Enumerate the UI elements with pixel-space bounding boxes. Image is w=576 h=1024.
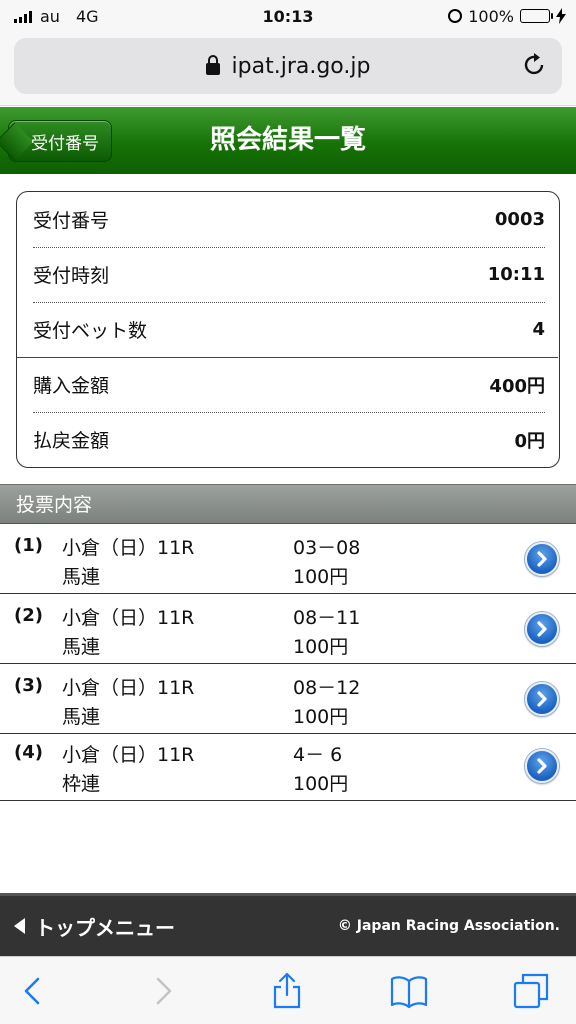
receipt-label: 購入金額	[33, 375, 110, 397]
bet-number: (1)	[14, 535, 43, 556]
detail-arrow-icon[interactable]	[525, 542, 559, 576]
lock-icon	[205, 55, 220, 75]
carrier-label: au	[40, 6, 60, 26]
receipt-value: 400円	[489, 375, 545, 397]
back-button-label: 受付番号	[31, 133, 99, 154]
receipt-row-bet-count: 受付ベット数 4	[33, 302, 545, 357]
copyright: © Japan Racing Association.	[337, 918, 560, 934]
receipt-label: 受付時刻	[33, 265, 110, 287]
detail-arrow-icon[interactable]	[525, 682, 559, 716]
bet-row[interactable]: (4) 小倉（日）11R 枠連 4－ 6 100円	[0, 732, 576, 801]
rotation-lock-icon	[448, 9, 463, 23]
receipt-label: 受付番号	[33, 210, 110, 232]
battery-percent: 100%	[468, 6, 514, 26]
bet-amount: 100円	[293, 566, 349, 588]
page-footer: トップメニュー © Japan Racing Association.	[0, 893, 576, 956]
bet-number: (3)	[14, 675, 43, 696]
section-header: 投票内容	[0, 484, 576, 524]
forward-icon[interactable]	[142, 971, 182, 1011]
url-text: ipat.jra.go.jp	[231, 53, 371, 79]
receipt-label: 払戻金額	[33, 430, 110, 452]
bet-amount: 100円	[293, 773, 349, 795]
receipt-label: 受付ベット数	[33, 320, 148, 342]
left-triangle-icon	[14, 918, 25, 934]
bet-amount: 100円	[293, 636, 349, 658]
address-bar[interactable]: ipat.jra.go.jp	[14, 38, 562, 94]
receipt-value: 0円	[514, 430, 545, 452]
reload-icon[interactable]	[522, 52, 548, 78]
bet-amount: 100円	[293, 706, 349, 728]
status-right: 100%	[448, 7, 566, 26]
bet-type: 馬連	[62, 566, 101, 588]
receipt-value: 4	[532, 319, 545, 340]
receipt-row-number: 受付番号 0003	[33, 192, 545, 247]
bet-combination: 03－08	[293, 537, 361, 559]
bet-row[interactable]: (3) 小倉（日）11R 馬連 08－12 100円	[0, 665, 576, 734]
share-icon[interactable]	[267, 971, 307, 1011]
top-menu-link[interactable]: トップメニュー	[14, 896, 175, 956]
bet-combination: 4－ 6	[293, 744, 343, 766]
bet-row[interactable]: (2) 小倉（日）11R 馬連 08－11 100円	[0, 595, 576, 664]
bet-combination: 08－11	[293, 607, 361, 629]
bet-race: 小倉（日）11R	[62, 537, 195, 559]
bet-race: 小倉（日）11R	[62, 744, 195, 766]
receipt-value: 0003	[494, 209, 545, 230]
browser-chrome: ipat.jra.go.jp	[0, 32, 576, 106]
charging-icon	[556, 8, 566, 24]
browser-toolbar	[0, 956, 576, 1024]
bookmarks-icon[interactable]	[389, 971, 429, 1011]
receipt-value: 10:11	[487, 264, 545, 285]
top-menu-label: トップメニュー	[35, 915, 175, 940]
detail-arrow-icon[interactable]	[525, 749, 559, 783]
bet-number: (4)	[14, 742, 43, 763]
bet-combination: 08－12	[293, 677, 361, 699]
network-label: 4G	[75, 6, 99, 26]
receipt-row-payout: 払戻金額 0円	[33, 412, 545, 467]
receipt-card: 受付番号 0003 受付時刻 10:11 受付ベット数 4 購入金額 400円 …	[16, 191, 560, 468]
signal-icon	[14, 9, 32, 23]
battery-icon	[520, 9, 553, 23]
bet-row[interactable]: (1) 小倉（日）11R 馬連 03－08 100円	[0, 525, 576, 594]
bet-number: (2)	[14, 605, 43, 626]
back-icon[interactable]	[14, 971, 54, 1011]
bet-type: 枠連	[62, 773, 101, 795]
bet-type: 馬連	[62, 706, 101, 728]
bet-type: 馬連	[62, 636, 101, 658]
page-header: 照会結果一覧 受付番号	[0, 107, 576, 174]
receipt-row-time: 受付時刻 10:11	[33, 247, 545, 302]
tabs-icon[interactable]	[511, 971, 551, 1011]
receipt-row-purchase: 購入金額 400円	[33, 357, 545, 412]
bet-race: 小倉（日）11R	[62, 607, 195, 629]
status-bar: au 4G 10:13 100%	[0, 0, 576, 32]
bet-race: 小倉（日）11R	[62, 677, 195, 699]
detail-arrow-icon[interactable]	[525, 612, 559, 646]
back-to-receipt-button[interactable]: 受付番号	[8, 120, 112, 162]
